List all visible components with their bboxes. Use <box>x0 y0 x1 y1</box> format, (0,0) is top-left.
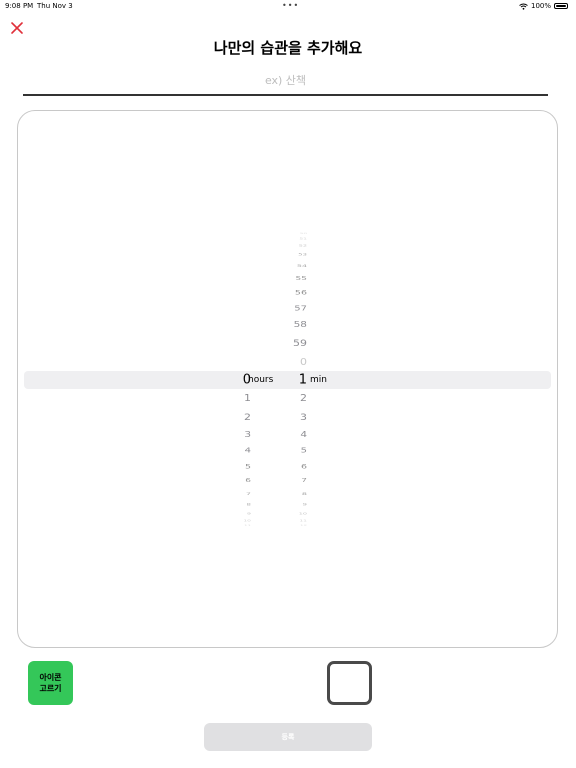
minutes-option[interactable]: 57 <box>294 305 307 313</box>
minutes-option[interactable]: 7 <box>301 478 307 484</box>
minutes-option[interactable]: 3 <box>300 412 307 421</box>
duration-picker[interactable]: 0 1 2 3 4 5 6 7 8 9 10 11 1 2 3 4 5 6 7 8 9 10 11 12 50 51 52 53 54… <box>17 110 558 648</box>
wifi-icon <box>519 3 528 10</box>
multitasking-dots[interactable]: ••• <box>282 1 299 10</box>
habit-name-input[interactable] <box>23 66 548 96</box>
minutes-option[interactable]: 12 <box>300 525 307 527</box>
status-right: 100% <box>519 2 568 10</box>
minutes-option[interactable]: 58 <box>294 321 307 329</box>
minutes-option[interactable]: 50 <box>300 233 307 235</box>
minutes-option[interactable]: 8 <box>302 492 307 496</box>
status-bar: 9:08 PM Thu Nov 3 ••• 100% <box>0 0 576 12</box>
choose-icon-label-line1: 아이콘 <box>39 673 62 682</box>
choose-icon-button[interactable]: 아이콘 고르기 <box>28 661 73 705</box>
minutes-option[interactable]: 4 <box>300 431 307 439</box>
minutes-option[interactable]: 52 <box>299 245 307 248</box>
status-date: Thu Nov 3 <box>37 2 73 10</box>
submit-button[interactable]: 등록 <box>204 723 372 751</box>
battery-icon <box>554 3 568 9</box>
minutes-option[interactable]: 0 <box>300 357 307 367</box>
minutes-option[interactable]: 54 <box>297 264 307 268</box>
minutes-option[interactable]: 2 <box>300 393 307 403</box>
minutes-option[interactable]: 51 <box>299 238 307 240</box>
close-icon <box>11 22 23 34</box>
minutes-option[interactable]: 11 <box>299 520 307 522</box>
minutes-option[interactable]: 59 <box>293 338 307 347</box>
minutes-option[interactable]: 53 <box>298 253 307 256</box>
page-title: 나만의 습관을 추가해요 <box>213 39 363 57</box>
minutes-option[interactable]: 55 <box>296 276 307 282</box>
status-time: 9:08 PM <box>5 2 34 10</box>
minutes-option[interactable]: 10 <box>299 513 307 516</box>
minutes-option-selected[interactable]: 1 <box>299 374 307 387</box>
choose-icon-label-line2: 고르기 <box>39 684 62 693</box>
minutes-unit-label: min <box>310 375 327 385</box>
minutes-option[interactable]: 5 <box>301 447 307 455</box>
minutes-option[interactable]: 56 <box>295 290 307 296</box>
minutes-option[interactable]: 6 <box>301 464 307 470</box>
minutes-option[interactable]: 9 <box>303 503 307 506</box>
battery-percent: 100% <box>530 2 551 10</box>
close-button[interactable] <box>9 20 25 36</box>
hours-unit-label: hours <box>248 375 274 385</box>
selected-icon-preview[interactable] <box>327 661 372 705</box>
